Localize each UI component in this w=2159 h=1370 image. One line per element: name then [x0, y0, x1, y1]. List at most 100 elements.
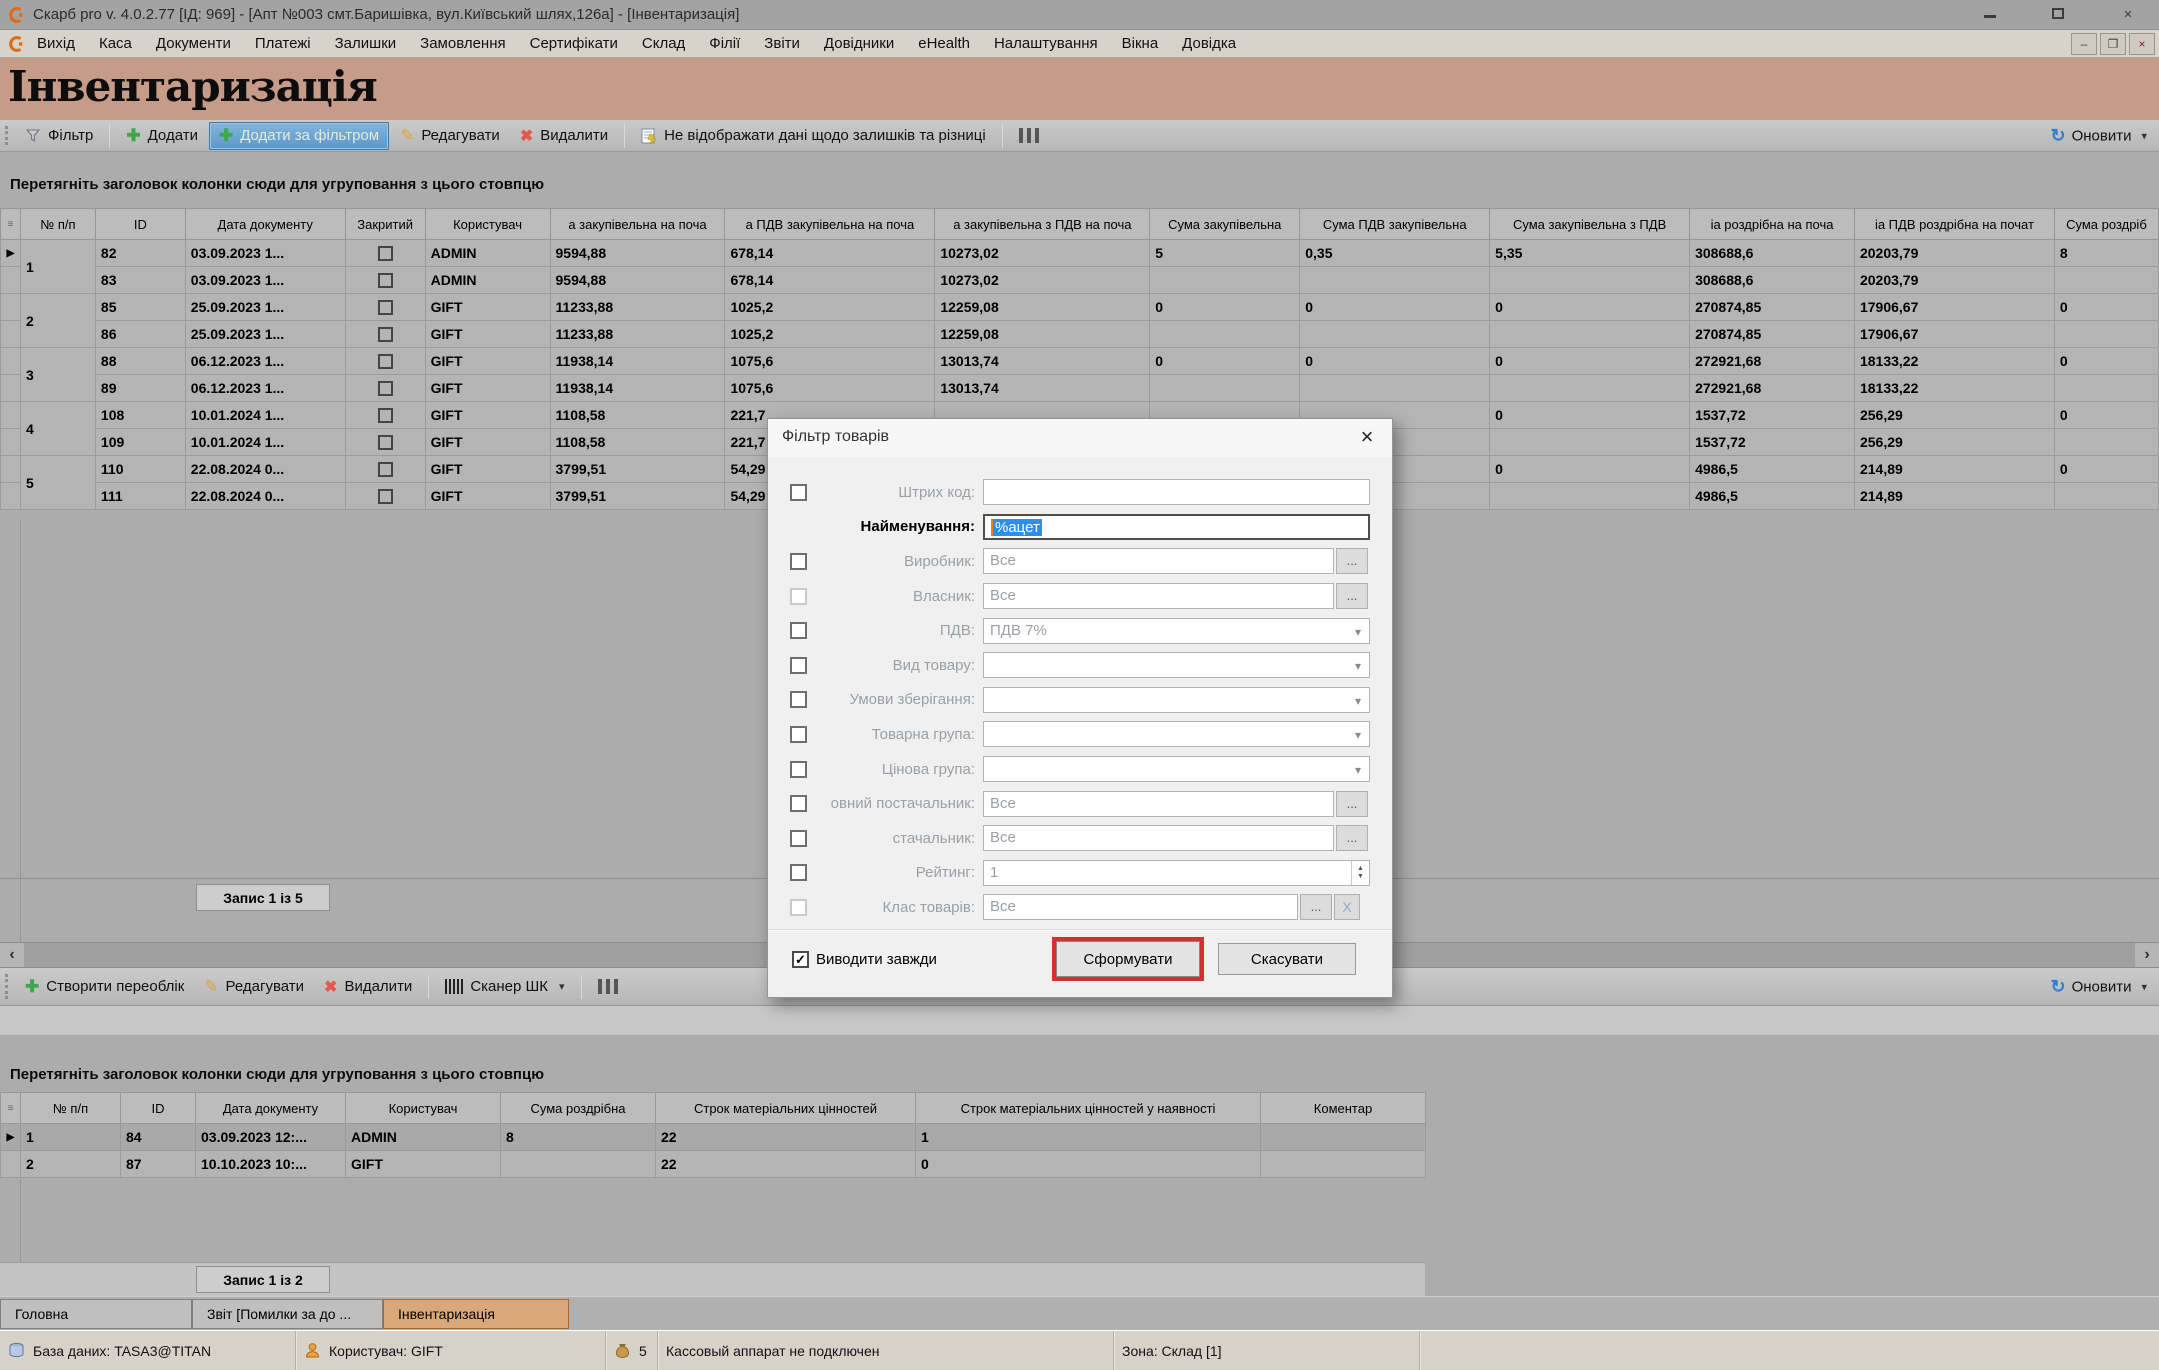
filter-checkbox-product-class[interactable] — [790, 899, 807, 916]
filter-checkbox-main-supplier[interactable] — [790, 795, 807, 812]
column-header-4[interactable]: Сума роздрібна — [501, 1093, 656, 1124]
column-header-1[interactable]: ID — [95, 209, 185, 240]
lookup-clear-button[interactable]: X — [1334, 894, 1360, 920]
menu-item-11[interactable]: eHealth — [906, 35, 982, 52]
dialog-close-icon[interactable]: × — [1354, 424, 1380, 450]
column-header-9[interactable]: Сума ПДВ закупівельна — [1300, 209, 1490, 240]
always-show-checkbox-row[interactable]: ✓ Виводити завжди — [792, 951, 937, 968]
filter-checkbox-rating[interactable] — [790, 864, 807, 881]
filter-combo-vat[interactable]: ПДВ 7%▾ — [983, 618, 1370, 644]
edit-button[interactable]: ✎Редагувати — [391, 123, 509, 149]
menu-item-14[interactable]: Довідка — [1170, 35, 1248, 52]
closed-checkbox[interactable] — [378, 381, 393, 396]
closed-checkbox[interactable] — [378, 300, 393, 315]
column-header-2[interactable]: Дата документу — [196, 1093, 346, 1124]
menu-item-8[interactable]: Філії — [697, 35, 752, 52]
column-header-10[interactable]: Сума закупівельна з ПДВ — [1490, 209, 1690, 240]
closed-checkbox[interactable] — [378, 408, 393, 423]
menu-item-5[interactable]: Замовлення — [408, 35, 517, 52]
column-header-5[interactable]: а закупівельна на поча — [550, 209, 725, 240]
tab-2[interactable]: Інвентаризація — [383, 1299, 569, 1329]
recount-row[interactable]: ▶18403.09.2023 12:...ADMIN8221 — [1, 1124, 1426, 1151]
column-chooser-button[interactable] — [589, 976, 627, 997]
column-header-3[interactable]: Закритий — [345, 209, 425, 240]
filter-checkbox-price-group[interactable] — [790, 761, 807, 778]
filter-checkbox-product-group[interactable] — [790, 726, 807, 743]
column-header-11[interactable]: іа роздрібна на поча — [1690, 209, 1855, 240]
column-header-0[interactable]: № п/п — [20, 209, 95, 240]
menu-item-3[interactable]: Платежі — [243, 35, 323, 52]
lookup-ellipsis-button[interactable]: ... — [1336, 548, 1368, 574]
spin-down-icon[interactable]: ▼ — [1357, 873, 1364, 881]
inventory-row[interactable]: 38806.12.2023 1...GIFT11938,141075,61301… — [1, 348, 2159, 375]
filter-checkbox-supplier[interactable] — [790, 830, 807, 847]
scroll-left-icon[interactable]: ‹ — [0, 943, 24, 967]
column-header-7[interactable]: Коментар — [1261, 1093, 1426, 1124]
inventory-row[interactable]: ▶18203.09.2023 1...ADMIN9594,88678,14102… — [1, 240, 2159, 267]
inventory-row[interactable]: 28525.09.2023 1...GIFT11233,881025,21225… — [1, 294, 2159, 321]
inventory-row[interactable]: 8303.09.2023 1...ADMIN9594,88678,1410273… — [1, 267, 2159, 294]
filter-combo-price-group[interactable]: ▾ — [983, 756, 1370, 782]
generate-button[interactable]: Сформувати — [1056, 941, 1200, 977]
filter-checkbox-product-type[interactable] — [790, 657, 807, 674]
menu-item-7[interactable]: Склад — [630, 35, 697, 52]
filter-checkbox-storage[interactable] — [790, 691, 807, 708]
close-icon[interactable]: × — [2119, 6, 2137, 24]
filter-checkbox-owner[interactable] — [790, 588, 807, 605]
filter-lookup-product-class[interactable]: Все — [983, 894, 1298, 920]
column-header-1[interactable]: ID — [121, 1093, 196, 1124]
closed-checkbox[interactable] — [378, 273, 393, 288]
tab-1[interactable]: Звіт [Помилки за до ... — [192, 1299, 383, 1329]
column-header-5[interactable]: Строк матеріальних цінностей — [656, 1093, 916, 1124]
filter-button[interactable]: Фільтр — [16, 124, 102, 147]
menu-item-1[interactable]: Каса — [87, 35, 144, 52]
restore-icon[interactable] — [2049, 6, 2067, 24]
menu-item-6[interactable]: Сертифікати — [518, 35, 630, 52]
filter-combo-product-type[interactable]: ▾ — [983, 652, 1370, 678]
mdi-close-icon[interactable]: × — [2129, 33, 2155, 55]
recount-row[interactable]: 28710.10.2023 10:...GIFT220 — [1, 1151, 1426, 1178]
column-header-2[interactable]: Дата документу — [185, 209, 345, 240]
menu-item-12[interactable]: Налаштування — [982, 35, 1110, 52]
filter-lookup-supplier[interactable]: Все — [983, 825, 1334, 851]
filter-lookup-owner[interactable]: Все — [983, 583, 1334, 609]
spin-up-icon[interactable]: ▲ — [1357, 865, 1364, 873]
lookup-ellipsis-button[interactable]: ... — [1336, 791, 1368, 817]
column-header-8[interactable]: Сума закупівельна — [1150, 209, 1300, 240]
inventory-row[interactable]: 8625.09.2023 1...GIFT11233,881025,212259… — [1, 321, 2159, 348]
lookup-ellipsis-button[interactable]: ... — [1300, 894, 1332, 920]
menu-item-9[interactable]: Звіти — [752, 35, 812, 52]
barcode-scanner-button[interactable]: Сканер ШК▾ — [436, 975, 573, 998]
edit-recount-button[interactable]: ✎Редагувати — [195, 974, 313, 1000]
closed-checkbox[interactable] — [378, 327, 393, 342]
column-header-4[interactable]: Користувач — [425, 209, 550, 240]
column-header-3[interactable]: Користувач — [346, 1093, 501, 1124]
refresh-button[interactable]: ↻Оновити▾ — [2050, 125, 2147, 146]
mdi-minimize-icon[interactable]: – — [2071, 33, 2097, 55]
filter-checkbox-manufacturer[interactable] — [790, 553, 807, 570]
always-show-checkbox[interactable]: ✓ — [792, 951, 809, 968]
filter-spin-rating[interactable]: 1▲▼ — [983, 860, 1370, 886]
column-header-12[interactable]: іа ПДВ роздрібна на почат — [1854, 209, 2054, 240]
column-header-13[interactable]: Сума роздріб — [2054, 209, 2158, 240]
dialog-title-bar[interactable]: Фільтр товарів × — [768, 419, 1392, 457]
closed-checkbox[interactable] — [378, 462, 393, 477]
column-header-6[interactable]: а ПДВ закупівельна на поча — [725, 209, 935, 240]
menu-item-2[interactable]: Документи — [144, 35, 243, 52]
minimize-icon[interactable] — [1981, 6, 1999, 24]
closed-checkbox[interactable] — [378, 354, 393, 369]
add-button[interactable]: ✚Додати — [117, 123, 207, 149]
lookup-ellipsis-button[interactable]: ... — [1336, 825, 1368, 851]
spinner-buttons[interactable]: ▲▼ — [1351, 861, 1369, 885]
column-chooser-button[interactable] — [1010, 125, 1048, 146]
menu-item-13[interactable]: Вікна — [1110, 35, 1171, 52]
delete-recount-button[interactable]: ✖Видалити — [315, 974, 421, 1000]
closed-checkbox[interactable] — [378, 435, 393, 450]
menu-item-4[interactable]: Залишки — [323, 35, 409, 52]
add-by-filter-button[interactable]: ✚Додати за фільтром — [209, 122, 389, 150]
filter-combo-storage[interactable]: ▾ — [983, 687, 1370, 713]
menu-item-0[interactable]: Вихід — [25, 35, 87, 52]
filter-lookup-manufacturer[interactable]: Все — [983, 548, 1334, 574]
menu-item-10[interactable]: Довідники — [812, 35, 906, 52]
delete-button[interactable]: ✖Видалити — [511, 123, 617, 149]
